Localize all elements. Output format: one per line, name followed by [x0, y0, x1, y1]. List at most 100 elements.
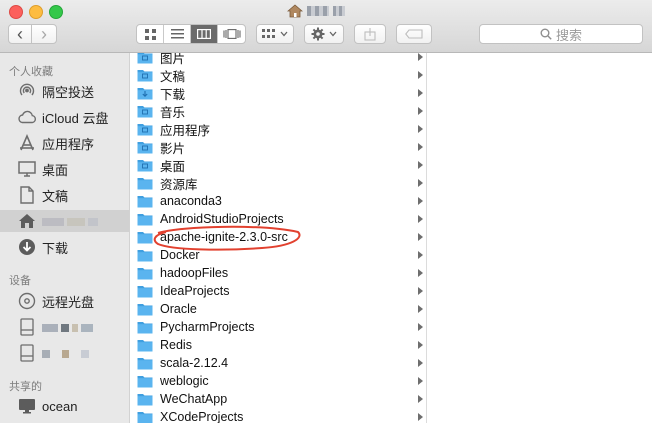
icon-view-button[interactable] — [137, 25, 165, 43]
disclosure-arrow-icon — [418, 233, 423, 241]
share-icon — [364, 28, 376, 41]
sidebar-item-label: 桌面 — [42, 162, 69, 178]
folder-name: 音乐 — [160, 105, 186, 120]
folder-name: Oracle — [160, 302, 197, 316]
folder-icon — [137, 392, 153, 406]
folder-name: IdeaProjects — [160, 284, 230, 298]
folder-icon — [137, 53, 153, 64]
disclosure-arrow-icon — [418, 71, 423, 79]
redacted-device-name — [42, 320, 96, 335]
folder-row[interactable]: 影片 — [131, 138, 426, 156]
disclosure-arrow-icon — [418, 143, 423, 151]
folder-row[interactable]: WeChatApp — [131, 390, 426, 408]
airdrop-icon — [19, 83, 35, 96]
disc-icon — [18, 292, 36, 310]
column-view-button[interactable] — [191, 25, 219, 43]
folder-row[interactable]: Docker — [131, 246, 426, 264]
folder-icon — [137, 320, 153, 334]
folder-row[interactable]: 下载 — [131, 84, 426, 102]
drive-icon — [20, 344, 34, 362]
sidebar-item-downloads[interactable]: 下载 — [0, 236, 129, 258]
folder-icon — [137, 266, 153, 280]
back-button[interactable]: ‹ — [8, 24, 32, 44]
cover-flow-view-button[interactable] — [218, 25, 245, 43]
columns-icon — [197, 29, 212, 39]
folder-name: 应用程序 — [160, 123, 211, 138]
folder-row[interactable]: weblogic — [131, 372, 426, 390]
folder-row[interactable]: PycharmProjects — [131, 318, 426, 336]
sidebar-item-ocean[interactable]: ocean — [0, 395, 129, 417]
folder-row[interactable]: Redis — [131, 336, 426, 354]
disclosure-arrow-icon — [418, 305, 423, 313]
sidebar-item-remote-disc[interactable]: 远程光盘 — [0, 290, 129, 312]
disclosure-arrow-icon — [418, 413, 423, 421]
arrange-grid-icon — [262, 29, 275, 38]
minimize-window-button[interactable] — [29, 5, 43, 19]
window-title — [287, 3, 345, 19]
home-icon — [19, 214, 35, 228]
folder-row[interactable]: 桌面 — [131, 156, 426, 174]
sidebar-item-desktop[interactable]: 桌面 — [0, 158, 129, 180]
folder-name: anaconda3 — [160, 194, 222, 208]
action-button[interactable] — [304, 24, 344, 44]
folder-row[interactable]: 图片 — [131, 53, 426, 66]
redacted-device-name — [42, 346, 92, 361]
forward-button[interactable]: › — [31, 24, 57, 44]
folder-row[interactable]: IdeaProjects — [131, 282, 426, 300]
chevron-left-icon: ‹ — [17, 24, 23, 44]
window-toolbar: ‹ › 搜索 — [0, 0, 652, 53]
folder-row[interactable]: AndroidStudioProjects — [131, 210, 426, 228]
folder-row[interactable]: scala-2.12.4 — [131, 354, 426, 372]
disclosure-arrow-icon — [418, 251, 423, 259]
sidebar-item-airdrop[interactable]: 隔空投送 — [0, 80, 129, 102]
sidebar-item-applications[interactable]: 应用程序 — [0, 132, 129, 154]
folder-row[interactable]: Oracle — [131, 300, 426, 318]
share-button[interactable] — [354, 24, 386, 44]
chevron-right-icon: › — [41, 24, 47, 44]
folder-row[interactable]: XCodeProjects — [131, 408, 426, 423]
sidebar-item-label: 文稿 — [42, 188, 69, 204]
folder-row[interactable]: 音乐 — [131, 102, 426, 120]
sidebar-item-label: 远程光盘 — [42, 294, 95, 310]
folder-icon — [137, 338, 153, 352]
sidebar-item-label: ocean — [42, 398, 78, 414]
sidebar-item-documents[interactable]: 文稿 — [0, 184, 129, 206]
zoom-window-button[interactable] — [49, 5, 63, 19]
folder-name: Redis — [160, 338, 192, 352]
disclosure-arrow-icon — [418, 107, 423, 115]
sidebar-item-home[interactable] — [0, 210, 129, 232]
redacted-title-text — [333, 6, 345, 16]
folder-name: WeChatApp — [160, 392, 228, 406]
shared-header: 共享的 — [9, 381, 42, 393]
close-window-button[interactable] — [9, 5, 23, 19]
folder-name: scala-2.12.4 — [160, 356, 229, 370]
download-icon — [19, 239, 35, 255]
folder-name: 图片 — [160, 53, 186, 66]
sidebar-item-device-drive[interactable] — [0, 316, 129, 338]
tags-button[interactable] — [396, 24, 432, 44]
search-icon — [540, 28, 552, 40]
folder-row[interactable]: anaconda3 — [131, 192, 426, 210]
folder-row[interactable]: 应用程序 — [131, 120, 426, 138]
folder-icon — [137, 248, 153, 262]
folder-row[interactable]: 文稿 — [131, 66, 426, 84]
sidebar-item-label: iCloud 云盘 — [42, 110, 109, 126]
folder-name: 下载 — [160, 87, 186, 102]
sidebar-item-device-drive[interactable] — [0, 342, 129, 364]
disclosure-arrow-icon — [418, 323, 423, 331]
folder-name: 文稿 — [160, 69, 186, 84]
search-field[interactable]: 搜索 — [479, 24, 643, 44]
chevron-down-icon — [280, 31, 288, 37]
disclosure-arrow-icon — [418, 179, 423, 187]
tag-icon — [405, 29, 423, 39]
arrange-button[interactable] — [256, 24, 294, 44]
folder-name: Docker — [160, 248, 200, 262]
sidebar-item-icloud-drive[interactable]: iCloud 云盘 — [0, 106, 129, 128]
folder-row[interactable]: hadoopFiles — [131, 264, 426, 282]
list-view-button[interactable] — [164, 25, 192, 43]
empty-column — [427, 53, 652, 423]
search-placeholder: 搜索 — [555, 27, 582, 43]
folder-row[interactable]: apache-ignite-2.3.0-src — [131, 228, 426, 246]
disclosure-arrow-icon — [418, 269, 423, 277]
folder-row[interactable]: 资源库 — [131, 174, 426, 192]
